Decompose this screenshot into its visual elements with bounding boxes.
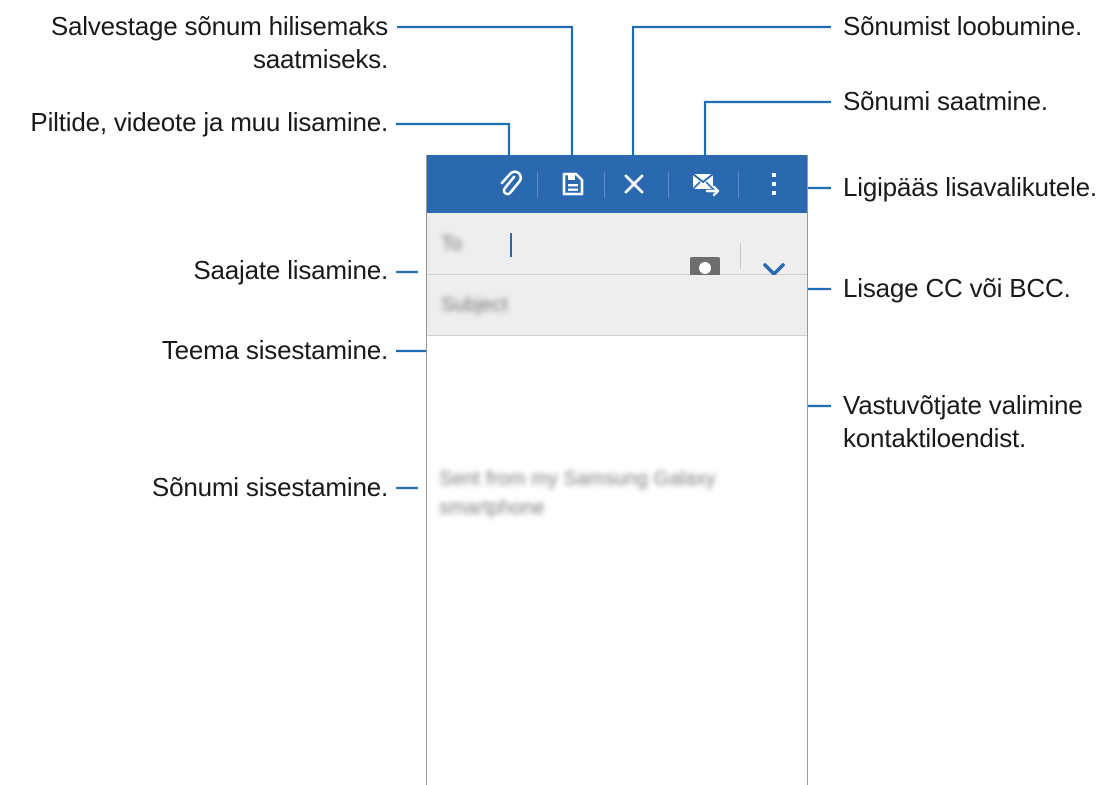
callout-add-recipients: Saajate lisamine. (193, 255, 388, 285)
close-icon (624, 174, 644, 194)
save-draft-button[interactable] (544, 155, 602, 213)
to-field[interactable]: To (427, 213, 807, 275)
attach-button[interactable] (481, 155, 539, 213)
callout-select-contacts: Vastuvõtjate valimine kontaktiloendist. (843, 390, 1083, 453)
field-separator (740, 243, 741, 269)
save-draft-icon (562, 172, 584, 196)
more-vertical-icon (772, 173, 776, 195)
callout-save-draft: Salvestage sõnum hilisemaks saatmiseks. (50, 11, 388, 74)
message-body[interactable]: Sent from my Samsung Galaxy smartphone (439, 465, 769, 523)
subject-placeholder: Subject (441, 294, 508, 316)
action-separator (668, 172, 669, 198)
discard-button[interactable] (605, 155, 663, 213)
leader-save (397, 25, 574, 167)
callout-enter-message: Sõnumi sisestamine. (151, 472, 388, 502)
callout-more-options: Ligipääs lisavalikutele. (843, 172, 1097, 202)
action-bar (427, 155, 807, 213)
callout-cc-bcc: Lisage CC või BCC. (843, 273, 1071, 303)
text-cursor (510, 233, 512, 257)
send-button[interactable] (677, 155, 735, 213)
more-options-button[interactable] (745, 155, 803, 213)
to-placeholder: To (441, 233, 463, 255)
send-mail-icon (692, 173, 720, 197)
paperclip-icon (500, 170, 522, 196)
callout-discard: Sõnumist loobumine. (843, 11, 1082, 41)
action-separator (738, 172, 739, 198)
email-compose-screen: To Subject Sent from my Samsung Galaxy s… (426, 155, 808, 785)
callout-attach: Piltide, videote ja muu lisamine. (30, 107, 388, 137)
leader-discard (631, 25, 831, 167)
callout-send: Sõnumi saatmine. (843, 86, 1048, 116)
action-separator (537, 172, 538, 198)
subject-field[interactable]: Subject (427, 275, 807, 336)
callout-enter-subject: Teema sisestamine. (161, 335, 388, 365)
